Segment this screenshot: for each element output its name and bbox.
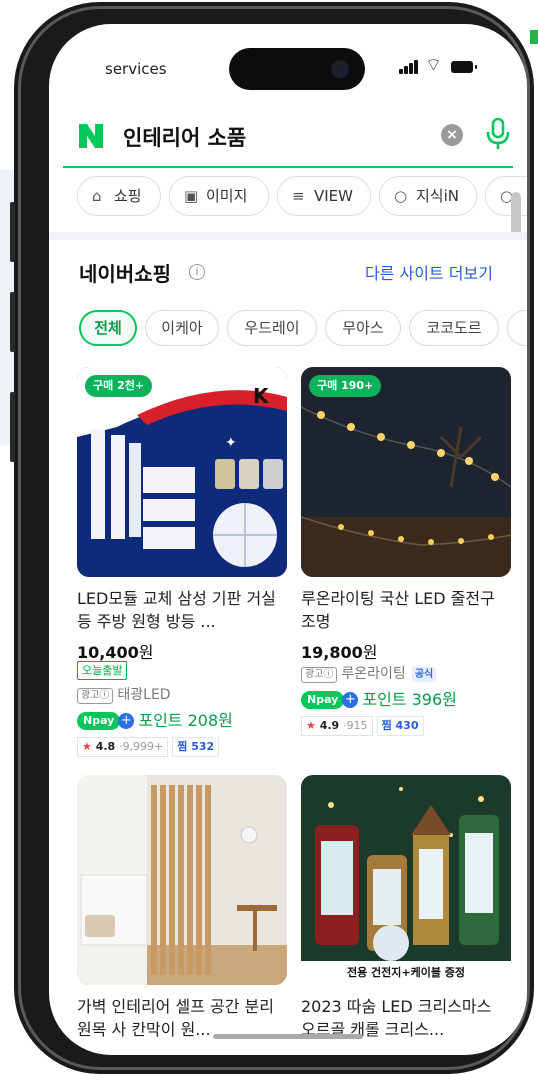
filter-pills: 전체 이케아 우드레이 무아스 코코도르: [67, 310, 527, 350]
product-price: 10,400원: [77, 643, 154, 662]
home-indicator[interactable]: [213, 1034, 363, 1039]
side-button: [10, 392, 15, 462]
product-card[interactable]: 가벽 인테리어 셀프 공간 분리 원목 사 칸막이 원...: [77, 775, 287, 1039]
star-icon: ★: [306, 719, 316, 732]
product-name[interactable]: LED모듈 교체 삼성 기판 거실등 주방 원형 방등 ...: [77, 587, 287, 633]
today-shipping-tag: 오늘출발: [77, 661, 128, 680]
rating-box: ★ 4.8 ·9,999+: [77, 737, 169, 757]
official-badge: 공식: [411, 667, 437, 682]
tab-knowledge[interactable]: ○ 지식iN: [379, 176, 477, 216]
product-image[interactable]: [77, 775, 287, 985]
shopping-bag-icon: ⌂: [92, 187, 102, 205]
svg-text:K: K: [253, 384, 270, 408]
battery-icon: [451, 61, 477, 73]
plus-icon: +: [342, 692, 359, 708]
ad-label: 광고ⓘ: [77, 688, 114, 704]
tab-view[interactable]: ≡ VIEW: [277, 176, 371, 216]
product-card[interactable]: 구매 190+ 루온라이팅 국산 LED 줄전구 조명 19,800원 광고ⓘ 루…: [301, 367, 511, 767]
phone-screen: services ⌔ 인테리어 소품 × ⌂ 쇼핑 ▣ 이미지 ≡ VIEW ○…: [49, 24, 527, 1055]
purchase-badge: 구매 190+: [309, 375, 382, 397]
npay-points: Npay + 포인트 396원: [301, 686, 457, 710]
search-bar[interactable]: 인테리어 소품 ×: [63, 112, 513, 168]
clear-icon[interactable]: ×: [441, 124, 463, 146]
document-icon: ≡: [292, 187, 305, 205]
category-tabs: ⌂ 쇼핑 ▣ 이미지 ≡ VIEW ○ 지식iN ○: [63, 176, 527, 220]
filter-muas[interactable]: 무아스: [325, 310, 401, 346]
section-title: 네이버쇼핑: [79, 262, 171, 286]
rating-row: ★ 4.9 ·915 찜 430: [301, 716, 424, 736]
product-card[interactable]: 전용 건전지+케이블 증정 2023 따숨 LED 크리스마스 오르골 캐롤 크…: [301, 775, 511, 1039]
image-icon: ▣: [184, 187, 199, 205]
volume-up-button: [10, 202, 15, 262]
volume-down-button: [10, 292, 15, 352]
background-accent: [530, 30, 538, 44]
npay-logo-icon: Npay: [301, 691, 345, 709]
status-bar: services ⌔: [49, 24, 527, 104]
seller[interactable]: 광고ⓘ 루온라이팅 공식: [301, 663, 437, 683]
product-card[interactable]: ✦ K 구매 2천+ LED모듈 교체 삼성 기판 거실등 주방 원형 방등 .…: [77, 367, 287, 767]
search-icon: ○: [394, 187, 408, 205]
npay-logo-icon: Npay: [77, 712, 121, 730]
zzim-count[interactable]: 찜 532: [172, 737, 220, 757]
filter-all[interactable]: 전체: [79, 310, 137, 346]
rating-box: ★ 4.9 ·915: [301, 716, 373, 736]
tab-shopping[interactable]: ⌂ 쇼핑: [77, 176, 161, 216]
plus-icon: +: [118, 713, 135, 729]
filter-woodray[interactable]: 우드레이: [227, 310, 317, 346]
wood-partition-image: [77, 775, 287, 985]
svg-text:✦: ✦: [225, 435, 237, 451]
rating-row: ★ 4.8 ·9,999+ 찜 532: [77, 737, 220, 757]
product-image[interactable]: 구매 190+: [301, 367, 511, 577]
filter-cocodor[interactable]: 코코도르: [409, 310, 499, 346]
mic-icon[interactable]: [483, 116, 513, 152]
dynamic-island: [229, 48, 365, 90]
purchase-badge: 구매 2천+: [85, 375, 153, 397]
zzim-count[interactable]: 찜 430: [376, 716, 424, 736]
status-icons: ⌔: [399, 55, 489, 78]
section-divider: [49, 232, 527, 240]
naver-logo-icon[interactable]: [77, 122, 105, 150]
led-module-image: ✦ K: [77, 367, 287, 577]
info-icon[interactable]: i: [189, 264, 205, 280]
product-name[interactable]: 루온라이팅 국산 LED 줄전구 조명: [301, 587, 511, 633]
star-icon: ★: [82, 740, 92, 753]
camera-icon: [331, 60, 349, 78]
string-lights-image: [301, 367, 511, 577]
filter-ikea[interactable]: 이케아: [145, 310, 219, 346]
phone-frame: services ⌔ 인테리어 소품 × ⌂ 쇼핑 ▣ 이미지 ≡ VIEW ○…: [10, 2, 534, 1074]
filter-more[interactable]: [507, 310, 527, 346]
more-sites-link[interactable]: 다른 사이트 더보기: [365, 260, 493, 284]
christmas-lantern-image: [301, 775, 511, 961]
ad-label: 광고ⓘ: [301, 667, 338, 683]
wifi-icon: ⌔: [425, 55, 442, 76]
carrier-text: services: [105, 60, 167, 78]
device-stage: services ⌔ 인테리어 소품 × ⌂ 쇼핑 ▣ 이미지 ≡ VIEW ○…: [0, 0, 538, 1075]
signal-icon: [399, 60, 419, 74]
search-input[interactable]: 인테리어 소품: [123, 122, 246, 152]
product-price: 19,800원: [301, 643, 378, 662]
promo-banner: 전용 건전지+케이블 증정: [301, 961, 511, 985]
tab-image[interactable]: ▣ 이미지: [169, 176, 269, 216]
product-image[interactable]: ✦ K 구매 2천+: [77, 367, 287, 577]
npay-points: Npay + 포인트 208원: [77, 707, 233, 731]
product-image[interactable]: 전용 건전지+케이블 증정: [301, 775, 511, 985]
seller[interactable]: 광고ⓘ 태광LED: [77, 684, 171, 704]
